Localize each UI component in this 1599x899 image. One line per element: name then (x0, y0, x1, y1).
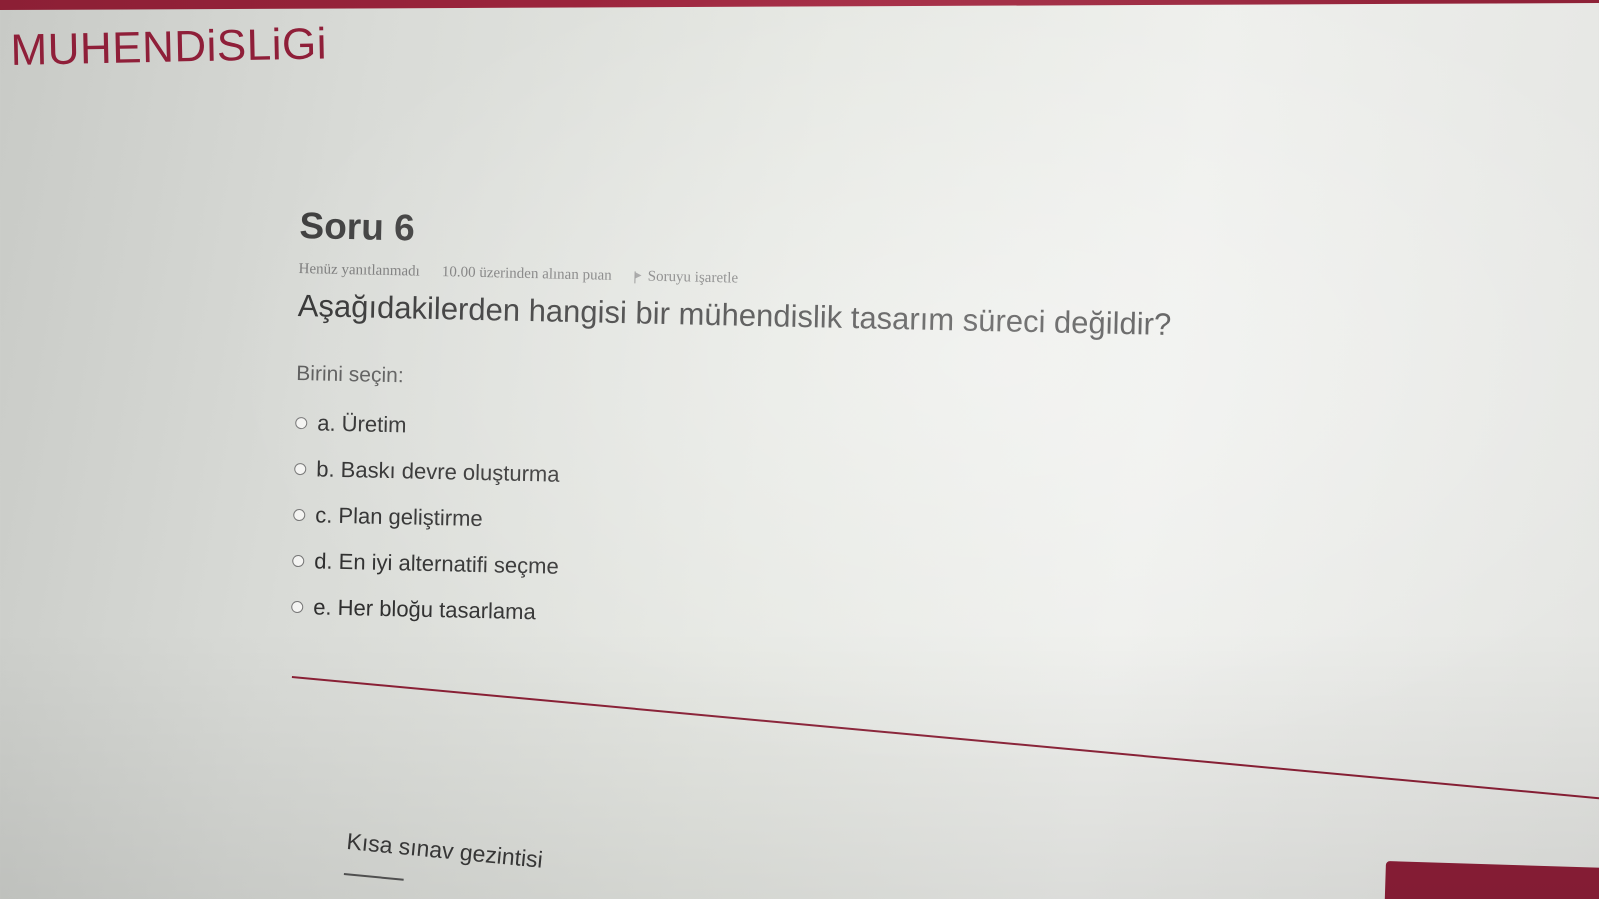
answer-option-label: a. Üretim (316, 410, 407, 438)
radio-button[interactable] (293, 508, 306, 522)
question-points: 10.00 üzerinden alınan puan (441, 264, 612, 284)
radio-button[interactable] (292, 554, 305, 568)
flag-question-link[interactable]: Soruyu işaretle (633, 268, 739, 287)
quiz-navigation-title: Kısa sınav gezintisi (345, 828, 544, 873)
navigation-underline (343, 873, 404, 881)
flag-question-label: Soruyu işaretle (647, 268, 739, 287)
section-divider (291, 676, 1599, 801)
site-title: MUHENDiSLiGi (10, 19, 328, 75)
radio-button[interactable] (295, 416, 308, 430)
question-status: Henüz yanıtlanmadı (298, 260, 420, 280)
answer-option-label: c. Plan geliştirme (314, 502, 483, 532)
answer-option-label: e. Her bloğu tasarlama (312, 594, 537, 625)
question-number: Soru 6 (299, 205, 416, 249)
radio-button[interactable] (291, 600, 304, 614)
choose-prompt: Birini seçin: (296, 361, 404, 388)
answer-option-label: d. En iyi alternatifi seçme (313, 548, 560, 579)
next-page-button[interactable] (1384, 861, 1599, 899)
header-bar (0, 0, 1599, 10)
flag-icon (634, 271, 642, 283)
answer-options: a. Üretim b. Baskı devre oluşturma c. Pl… (291, 400, 1196, 650)
question-block: Soru 6 Henüz yanıtlanmadı 10.00 üzerinde… (291, 205, 1200, 650)
radio-button[interactable] (294, 462, 307, 476)
question-text: Aşağıdakilerden hangisi bir mühendislik … (297, 287, 1172, 343)
answer-option-label: b. Baskı devre oluşturma (315, 456, 560, 487)
